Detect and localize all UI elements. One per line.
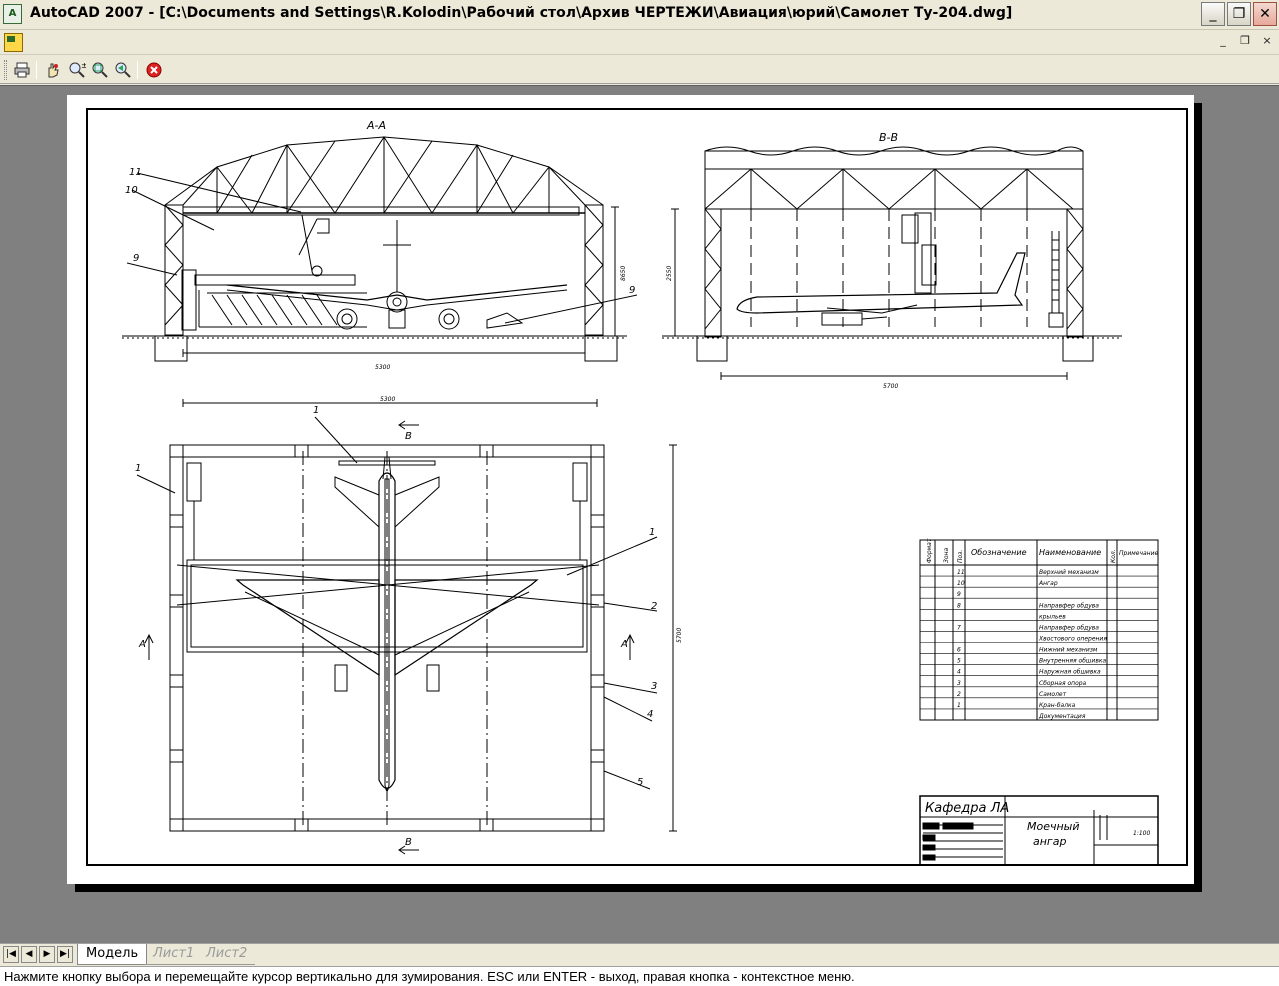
title-block-scale: 1:100: [1133, 830, 1150, 837]
title-block-dept: Кафедра ЛА: [925, 801, 1009, 816]
dim-plan-height: 5700: [676, 628, 683, 643]
menu-row: _ ❐ ×: [0, 30, 1279, 55]
doc-restore-button[interactable]: ❐: [1237, 34, 1253, 49]
dim-plan-width: 5300: [380, 396, 395, 403]
command-prompt-text: Нажмите кнопку выбора и перемещайте курс…: [4, 969, 855, 984]
drawing-frame: [86, 108, 1188, 866]
bom-header-qty: Кол.: [1110, 549, 1117, 563]
bom-header-zone: Зона: [943, 548, 950, 563]
tab-layout2[interactable]: Лист2: [198, 944, 256, 965]
section-bb-title: В-В: [879, 131, 898, 144]
bom-row-pos: 7: [957, 624, 961, 631]
plan-callout-2: 2: [651, 601, 657, 612]
autocad-app-icon[interactable]: A: [3, 4, 22, 24]
bom-row-pos: 4: [957, 669, 961, 676]
plan-callout-3: 3: [651, 681, 657, 692]
dim-bb-height: 2550: [666, 266, 673, 281]
bom-row-name: Направфер обдува: [1039, 602, 1099, 609]
bom-row-pos: 6: [957, 647, 961, 654]
bom-row-pos: 9: [957, 591, 961, 598]
zoom-previous-icon[interactable]: [112, 59, 134, 81]
window-title: AutoCAD 2007 - [C:\Documents and Setting…: [30, 5, 1013, 21]
bom-row-name: Наружная обшивка: [1039, 669, 1101, 676]
doc-minimize-button[interactable]: _: [1215, 34, 1231, 49]
bom-row-pos: 1: [957, 702, 961, 709]
bom-row-pos: 10: [957, 580, 965, 587]
section-mark-a-right: A: [620, 639, 628, 650]
bom-row-name: крыльев: [1039, 613, 1066, 620]
bom-row-name: Хвостового оперения: [1038, 636, 1107, 643]
maximize-button[interactable]: ❐: [1227, 2, 1251, 26]
zoom-realtime-icon[interactable]: ±: [66, 59, 88, 81]
plan-callout-1c: 1: [649, 527, 655, 538]
bom-row-pos: 8: [957, 602, 961, 609]
bom-row-name: Кран-балка: [1039, 702, 1076, 709]
autocad-window: A AutoCAD 2007 - [C:\Documents and Setti…: [0, 0, 1279, 986]
bom-row-pos: 2: [957, 691, 961, 698]
plan-callout-4: 4: [647, 709, 653, 720]
zoom-window-icon[interactable]: [89, 59, 111, 81]
next-tab-button[interactable]: ▶: [39, 946, 55, 963]
section-mark-a-left: A: [138, 639, 146, 650]
prev-tab-button[interactable]: ◀: [21, 946, 37, 963]
bom-header-note: Примечание: [1119, 550, 1158, 557]
print-icon[interactable]: [11, 59, 33, 81]
bom-row-name: Самолет: [1039, 691, 1067, 698]
title-bar[interactable]: A AutoCAD 2007 - [C:\Documents and Setti…: [0, 0, 1279, 30]
bom-row-name: Документация: [1038, 713, 1086, 720]
pan-icon[interactable]: [42, 59, 64, 81]
bom-row-name: Ангар: [1038, 580, 1058, 587]
bom-row-name: Внутренняя обшивка: [1039, 658, 1106, 665]
tab-model[interactable]: Модель: [77, 944, 148, 965]
svg-text:±: ±: [81, 61, 86, 70]
section-mark-b-top: B: [405, 431, 412, 442]
drawing-svg: А-А В-В 11 10 9 9 5300 8650 2550 5700 53…: [86, 108, 1188, 866]
layout-tab-bar: |◀ ◀ ▶ ▶| Модель Лист1 Лист2: [0, 943, 1279, 965]
drawing-viewport[interactable]: А-А В-В 11 10 9 9 5300 8650 2550 5700 53…: [0, 85, 1279, 943]
first-tab-button[interactable]: |◀: [3, 946, 19, 963]
close-preview-icon[interactable]: [143, 59, 165, 81]
preview-toolbar: ±: [0, 56, 1279, 84]
section-aa-title: А-А: [366, 119, 386, 132]
bom-row-name: Направфер обдува: [1039, 624, 1099, 631]
bom-row-name: Сборная опора: [1039, 680, 1087, 687]
plan-callout-1a: 1: [135, 463, 141, 474]
section-mark-b-bottom: B: [405, 837, 412, 848]
bom-row-name: Нижний механизм: [1039, 647, 1098, 654]
plan-callout-1b: 1: [313, 405, 319, 416]
dim-aa-height: 8650: [620, 266, 627, 281]
title-block-name-2: ангар: [1033, 835, 1066, 848]
plan-callout-5: 5: [637, 777, 643, 788]
doc-close-button[interactable]: ×: [1259, 34, 1275, 49]
toolbar-grip[interactable]: [4, 60, 7, 80]
section-aa: [122, 136, 638, 362]
paper-sheet[interactable]: А-А В-В 11 10 9 9 5300 8650 2550 5700 53…: [67, 95, 1194, 884]
dim-bb-width: 5700: [883, 383, 898, 390]
command-line[interactable]: Нажмите кнопку выбора и перемещайте курс…: [0, 966, 1279, 986]
bom-header-designation: Обозначение: [971, 548, 1027, 557]
callout-11: 11: [129, 167, 142, 178]
callout-10: 10: [125, 185, 138, 196]
close-button[interactable]: ✕: [1253, 2, 1277, 26]
minimize-button[interactable]: _: [1201, 2, 1225, 26]
title-block-name-1: Моечный: [1027, 820, 1080, 833]
bom-row-name: Верхний механизм: [1039, 569, 1099, 576]
bom-header-name: Наименование: [1039, 548, 1101, 557]
callout-9b: 9: [629, 285, 635, 296]
bom-header-pos: Поз.: [957, 550, 964, 563]
section-bb: [662, 146, 1122, 380]
bom-row-pos: 5: [957, 658, 961, 665]
plan-view: [136, 399, 677, 855]
dim-aa-width: 5300: [375, 364, 390, 371]
document-icon[interactable]: [4, 33, 23, 52]
bom-rows: 11 Верхний механизм 10 Ангар 9 8 Направфер обд…: [920, 569, 1158, 721]
bom-row-pos: 3: [957, 680, 961, 687]
tab-layout1[interactable]: Лист1: [145, 944, 203, 965]
callout-9: 9: [133, 253, 139, 264]
bom-row-pos: 11: [957, 569, 965, 576]
bom-header-format: Формат: [926, 538, 933, 563]
last-tab-button[interactable]: ▶|: [57, 946, 73, 963]
